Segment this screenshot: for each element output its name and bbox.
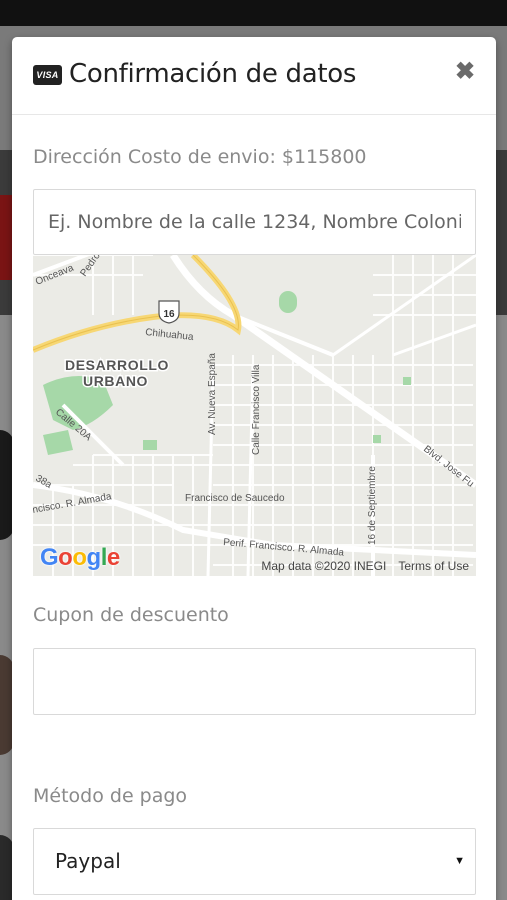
map-canvas: 16 Onceava Pedro Chihuahua Calle 20A Av.… (33, 255, 476, 576)
payment-method-label: Método de pago (33, 785, 188, 807)
map-label: 16 de Septiembre (367, 466, 378, 545)
payment-method-value: Paypal (55, 849, 121, 873)
caret-down-icon: ▼ (454, 855, 465, 867)
address-label: Dirección Costo de envio: $115800 (33, 146, 367, 168)
visa-card-icon: VISA (33, 65, 62, 85)
map-data-text: Map data ©2020 INEGI (261, 559, 387, 573)
status-bar (0, 0, 507, 26)
google-logo-letter: o (58, 544, 73, 571)
google-logo-letter: G (40, 544, 59, 571)
google-logo-letter: o (72, 544, 87, 571)
google-logo-letter: g (86, 544, 102, 571)
modal-header: VISA Confirmación de datos ✖ (12, 37, 496, 115)
google-logo: Google (40, 544, 120, 572)
map-area-label: URBANO (83, 373, 148, 389)
confirmation-modal: VISA Confirmación de datos ✖ Dirección C… (12, 37, 496, 900)
map-attribution: Map data ©2020 INEGI Terms of Use (249, 559, 469, 573)
coupon-input[interactable] (33, 648, 476, 715)
map-label: Calle Francisco Villa (251, 364, 262, 455)
coupon-label: Cupon de descuento (33, 604, 229, 626)
address-input[interactable] (33, 189, 476, 255)
map-label: Av. Nueva España (207, 353, 218, 435)
map-label: Francisco de Saucedo (185, 493, 285, 504)
modal-title: Confirmación de datos (69, 59, 357, 89)
map-area-label: DESARROLLO (65, 357, 169, 373)
map-view[interactable]: 16 Onceava Pedro Chihuahua Calle 20A Av.… (33, 255, 476, 576)
terms-of-use-link[interactable]: Terms of Use (398, 559, 469, 573)
close-icon[interactable]: ✖ (454, 60, 476, 84)
payment-method-select[interactable]: Paypal ▼ (33, 828, 476, 895)
google-logo-letter: e (106, 544, 120, 571)
route-number: 16 (163, 309, 175, 320)
